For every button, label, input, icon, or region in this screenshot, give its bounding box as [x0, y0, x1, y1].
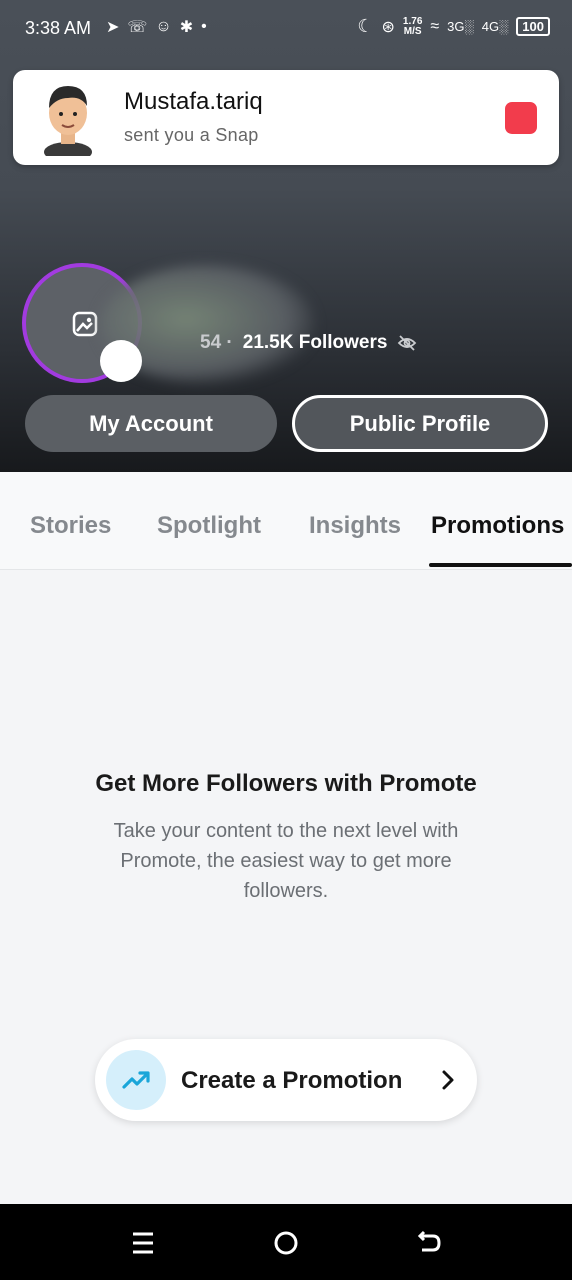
battery-indicator: 100 [516, 17, 550, 36]
whatsapp-icon: ☏ [127, 19, 148, 36]
status-bar: 3:38 AM ➤ ☏ ☺ ✱ • ☾ ⊛ 1.76 M/S ≈ 3G░ 4G░… [0, 0, 572, 58]
network-speed: 1.76 M/S [402, 15, 423, 37]
system-navigation-bar [0, 1204, 572, 1280]
dot-icon: • [201, 18, 207, 35]
app-icon: ☺ [155, 18, 172, 35]
signal-4g: 4G░ [481, 19, 509, 34]
tab-stories[interactable]: Stories [30, 512, 111, 540]
tab-insights[interactable]: Insights [309, 512, 401, 540]
profile-badge [100, 340, 142, 382]
status-time: 3:38 AM [25, 18, 92, 38]
moon-icon: ☾ [357, 16, 374, 36]
recent-apps-icon[interactable] [128, 1228, 158, 1258]
notification-sender: Mustafa.tariq [124, 88, 263, 115]
create-promotion-button[interactable]: Create a Promotion [95, 1039, 477, 1121]
image-icon [72, 311, 98, 337]
tab-spotlight[interactable]: Spotlight [157, 512, 261, 540]
snap-badge-icon [505, 102, 537, 134]
status-system-icons: ☾ ⊛ 1.76 M/S ≈ 3G░ 4G░ 100 [357, 16, 550, 37]
snap-notification[interactable]: Mustafa.tariq sent you a Snap [13, 70, 559, 165]
signal-3g: 3G░ [447, 19, 474, 34]
back-icon[interactable] [414, 1228, 444, 1258]
promo-description: Take your content to the next level with… [113, 820, 459, 902]
bitmoji-avatar [44, 86, 92, 156]
profile-tabs: Stories Spotlight Insights Promotions [0, 472, 572, 570]
chevron-right-icon [442, 1070, 454, 1090]
promo-title: Get More Followers with Promote [95, 770, 477, 797]
notification-message: sent you a Snap [124, 125, 259, 145]
eye-off-icon[interactable] [397, 333, 417, 353]
followers-count: 54 · 21.5K Followers [200, 332, 417, 354]
tab-promotions[interactable]: Promotions [431, 512, 564, 540]
settings-icon: ✱ [179, 19, 194, 36]
bluetooth-icon: ⊛ [381, 18, 395, 36]
create-promotion-icon-bg [106, 1050, 166, 1110]
public-profile-button[interactable]: Public Profile [292, 395, 548, 452]
trending-up-icon [122, 1071, 150, 1089]
status-notification-icons: ➤ ☏ ☺ ✱ • [106, 17, 207, 37]
telegram-icon: ➤ [106, 19, 120, 36]
home-icon[interactable] [271, 1228, 301, 1258]
create-promotion-label: Create a Promotion [181, 1067, 403, 1094]
active-tab-indicator [429, 563, 572, 567]
my-account-button[interactable]: My Account [25, 395, 277, 452]
wifi-icon: ≈ [430, 17, 440, 35]
